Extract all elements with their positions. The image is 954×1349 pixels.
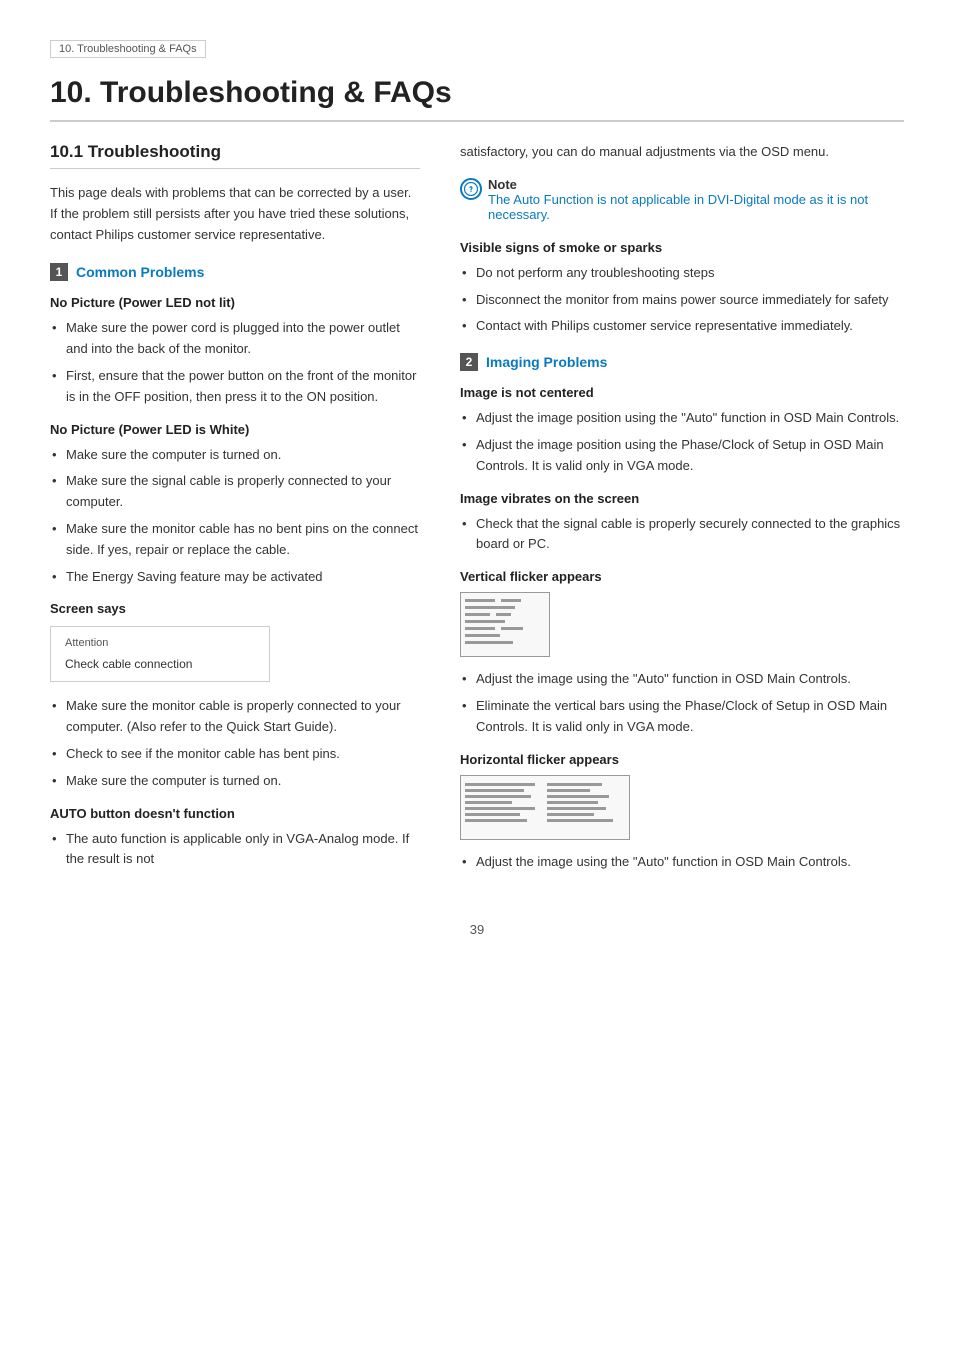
no-picture-led-white-heading: No Picture (Power LED is White) — [50, 422, 420, 437]
common-problems-heading: 1 Common Problems — [50, 263, 420, 281]
horizontal-flicker-heading: Horizontal flicker appears — [460, 752, 904, 767]
auto-button-list: The auto function is applicable only in … — [50, 829, 420, 871]
right-column: satisfactory, you can do manual adjustme… — [460, 142, 904, 882]
page: 10. Troubleshooting & FAQs 10. Troublesh… — [0, 0, 954, 1349]
note-icon — [460, 178, 482, 200]
list-item: Disconnect the monitor from mains power … — [460, 290, 904, 311]
list-item: Make sure the monitor cable is properly … — [50, 696, 420, 738]
no-picture-led-not-lit-heading: No Picture (Power LED not lit) — [50, 295, 420, 310]
list-item: Eliminate the vertical bars using the Ph… — [460, 696, 904, 738]
breadcrumb: 10. Troubleshooting & FAQs — [50, 40, 206, 58]
intro-text: This page deals with problems that can b… — [50, 183, 420, 245]
list-item: The Energy Saving feature may be activat… — [50, 567, 420, 588]
no-picture-led-white-list: Make sure the computer is turned on. Mak… — [50, 445, 420, 588]
list-item: Make sure the signal cable is properly c… — [50, 471, 420, 513]
horizontal-flicker-image — [460, 775, 630, 840]
note-content: Note The Auto Function is not applicable… — [488, 177, 904, 222]
vertical-flicker-heading: Vertical flicker appears — [460, 569, 904, 584]
imaging-problems-label: Imaging Problems — [486, 354, 607, 370]
list-item: Adjust the image using the "Auto" functi… — [460, 669, 904, 690]
left-column: 10.1 Troubleshooting This page deals wit… — [50, 142, 420, 882]
list-item: Make sure the computer is turned on. — [50, 771, 420, 792]
note-box: Note The Auto Function is not applicable… — [460, 177, 904, 222]
imaging-problems-badge: 2 — [460, 353, 478, 371]
section-10-1-title: 10.1 Troubleshooting — [50, 142, 420, 169]
screen-says-box: Attention Check cable connection — [50, 626, 270, 682]
image-not-centered-heading: Image is not centered — [460, 385, 904, 400]
list-item: Do not perform any troubleshooting steps — [460, 263, 904, 284]
list-item: Adjust the image position using the "Aut… — [460, 408, 904, 429]
list-item: Adjust the image using the "Auto" functi… — [460, 852, 904, 873]
list-item: Adjust the image position using the Phas… — [460, 435, 904, 477]
imaging-problems-heading: 2 Imaging Problems — [460, 353, 904, 371]
auto-button-heading: AUTO button doesn't function — [50, 806, 420, 821]
vertical-flicker-list: Adjust the image using the "Auto" functi… — [460, 669, 904, 737]
list-item: First, ensure that the power button on t… — [50, 366, 420, 408]
screen-message: Check cable connection — [65, 657, 255, 671]
list-item: Make sure the monitor cable has no bent … — [50, 519, 420, 561]
horizontal-flicker-list: Adjust the image using the "Auto" functi… — [460, 852, 904, 873]
list-item: Make sure the power cord is plugged into… — [50, 318, 420, 360]
page-number: 39 — [50, 922, 904, 937]
list-item: Make sure the computer is turned on. — [50, 445, 420, 466]
main-title: 10. Troubleshooting & FAQs — [50, 76, 904, 122]
no-picture-led-not-lit-list: Make sure the power cord is plugged into… — [50, 318, 420, 407]
note-text: The Auto Function is not applicable in D… — [488, 192, 868, 222]
common-problems-label: Common Problems — [76, 264, 204, 280]
image-vibrates-heading: Image vibrates on the screen — [460, 491, 904, 506]
common-problems-badge: 1 — [50, 263, 68, 281]
list-item: Check to see if the monitor cable has be… — [50, 744, 420, 765]
screen-says-list: Make sure the monitor cable is properly … — [50, 696, 420, 791]
content-wrapper: 10.1 Troubleshooting This page deals wit… — [50, 142, 904, 882]
list-item: Contact with Philips customer service re… — [460, 316, 904, 337]
vertical-flicker-image — [460, 592, 550, 657]
note-title: Note — [488, 177, 517, 192]
list-item: Check that the signal cable is properly … — [460, 514, 904, 556]
auto-continued-text: satisfactory, you can do manual adjustme… — [460, 142, 904, 163]
visible-signs-list: Do not perform any troubleshooting steps… — [460, 263, 904, 337]
image-vibrates-list: Check that the signal cable is properly … — [460, 514, 904, 556]
visible-signs-heading: Visible signs of smoke or sparks — [460, 240, 904, 255]
list-item: The auto function is applicable only in … — [50, 829, 420, 871]
image-not-centered-list: Adjust the image position using the "Aut… — [460, 408, 904, 476]
screen-attention-label: Attention — [65, 637, 255, 649]
screen-says-heading: Screen says — [50, 601, 420, 616]
